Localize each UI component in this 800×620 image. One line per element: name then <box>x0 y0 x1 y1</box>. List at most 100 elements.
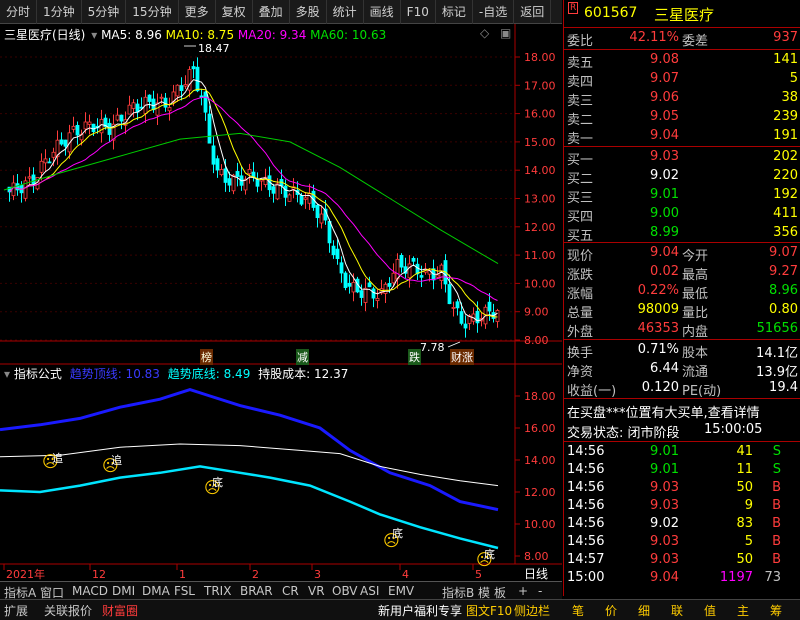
indicator-tab-9[interactable]: VR <box>308 584 325 598</box>
price-tick: 8.00 <box>524 334 549 347</box>
indicator-tab-4[interactable]: DMA <box>142 584 170 598</box>
chevron-down-icon[interactable]: ▾ <box>91 28 97 42</box>
tick-time: 14:57 <box>567 552 605 567</box>
kline-chart[interactable]: 18.0017.0016.0015.0014.0013.0012.0011.00… <box>0 24 562 590</box>
indicator-tab-12[interactable]: EMV <box>388 584 414 598</box>
toolbar-btn-4[interactable]: 更多 <box>179 0 216 24</box>
tick-volume: 50 <box>736 480 753 495</box>
quote-panel: R 601567 三星医疗 委比 42.11% 委差 937 卖五 9.08 141 卖四 9.07 5… <box>563 0 800 596</box>
candle-body <box>327 220 332 244</box>
bid-label: 买二 <box>567 172 594 187</box>
signal-label-die[interactable]: 跌 <box>408 349 421 365</box>
chart-header: 三星医疗(日线) ▾ MA5: 8.96 MA10: 8.75 MA20: 9.… <box>4 26 386 43</box>
toolbar-btn-3[interactable]: 15分钟 <box>126 0 179 24</box>
notice-row[interactable]: 在买盘***位置有大买单,查看详情 <box>564 401 800 421</box>
ask-volume: 5 <box>789 71 798 86</box>
chart-window-icon[interactable]: ▣ <box>500 26 511 40</box>
ask-row[interactable]: 卖三 9.06 38 <box>564 89 800 109</box>
toolbar-btn-5[interactable]: 复权 <box>216 0 253 24</box>
toolbar-btn-11[interactable]: 标记 <box>436 0 473 24</box>
toolbar-btn-7[interactable]: 多股 <box>290 0 327 24</box>
indicator-tab-6[interactable]: TRIX <box>204 584 231 598</box>
ask-row[interactable]: 卖二 9.05 239 <box>564 108 800 128</box>
time-tick: 4 <box>402 568 409 581</box>
indicator-tab-10[interactable]: OBV <box>332 584 358 598</box>
sidebar-button[interactable]: 侧边栏 <box>514 602 550 619</box>
tick-row: 14:56 9.03 50 B <box>564 479 800 498</box>
ask-row[interactable]: 卖四 9.07 5 <box>564 70 800 90</box>
tool-btn-5[interactable]: 主 <box>737 602 749 619</box>
stat-label: 总量 <box>567 306 594 321</box>
candle-body <box>63 139 68 147</box>
stat-row: 涨跌 0.02 最高 9.27 <box>564 263 800 283</box>
ask-row[interactable]: 卖一 9.04 191 <box>564 127 800 147</box>
quote-header: R 601567 三星医疗 <box>564 2 800 24</box>
bottom-left-btn-1[interactable]: 关联报价 <box>44 602 92 619</box>
time-tick: 2021年 <box>6 567 45 581</box>
candle-body <box>271 186 276 194</box>
big-order-notice[interactable]: 在买盘***位置有大买单,查看详情 <box>567 402 760 421</box>
tool-btn-6[interactable]: 筹 <box>770 602 782 619</box>
fin-value: 14.1亿 <box>756 346 798 361</box>
indicator-tab-3[interactable]: DMI <box>112 584 135 598</box>
candle-body <box>275 183 280 200</box>
tool-btn-4[interactable]: 值 <box>704 602 716 619</box>
candle-body <box>47 161 52 164</box>
signal-label-caizhang[interactable]: 财涨 <box>450 349 474 365</box>
bottom-left-btn-0[interactable]: 扩展 <box>4 602 28 619</box>
chevron-down-icon[interactable]: ▾ <box>4 367 10 381</box>
tool-btn-1[interactable]: 价 <box>605 602 617 619</box>
indicator-tab-16[interactable]: + <box>518 584 528 598</box>
candle-body <box>371 288 376 299</box>
bid-row[interactable]: 买五 8.99 356 <box>564 224 800 244</box>
bottom-left-btn-2[interactable]: 财富圈 <box>102 602 138 619</box>
price-tick: 15.00 <box>524 136 556 149</box>
news-ticker[interactable]: 新用户福利专享 <box>378 602 462 619</box>
toolbar-btn-13[interactable]: 返回 <box>514 0 552 24</box>
tick-row: 14:56 9.02 83 B <box>564 515 800 534</box>
indicator-tab-7[interactable]: BRAR <box>240 584 273 598</box>
bid-volume: 192 <box>773 187 798 202</box>
bid-row[interactable]: 买三 9.01 192 <box>564 186 800 206</box>
tick-time: 14:56 <box>567 534 605 549</box>
bid-row[interactable]: 买一 9.03 202 <box>564 148 800 168</box>
signal-label-bang[interactable]: 榜 <box>200 349 213 365</box>
price-tick: 17.00 <box>524 79 556 92</box>
tool-btn-2[interactable]: 细 <box>638 602 650 619</box>
toolbar-btn-9[interactable]: 画线 <box>364 0 401 24</box>
signal-label-jian[interactable]: 减 <box>296 349 309 365</box>
ask-row[interactable]: 卖五 9.08 141 <box>564 51 800 71</box>
bid-row[interactable]: 买四 9.00 411 <box>564 205 800 225</box>
tool-btn-0[interactable]: 笔 <box>572 602 584 619</box>
toolbar-btn-12[interactable]: -自选 <box>473 0 515 24</box>
indicator-tab-11[interactable]: ASI <box>360 584 379 598</box>
toolbar-btn-6[interactable]: 叠加 <box>253 0 290 24</box>
toolbar-btn-10[interactable]: F10 <box>401 0 436 24</box>
candle-body <box>383 283 388 294</box>
tick-time: 15:00 <box>567 570 605 585</box>
toolbar-btn-0[interactable]: 分时 <box>0 0 38 24</box>
chart-area[interactable]: 18.00 17.00 16.00 15.00 14.00 13.00 12.00 11.00… <box>0 24 562 590</box>
f10-button[interactable]: 图文F10 <box>466 602 512 619</box>
weibi-value: 42.11% <box>629 30 679 45</box>
indicator-tab-2[interactable]: MACD <box>72 584 108 598</box>
r-badge: R <box>568 2 579 14</box>
toolbar-btn-8[interactable]: 统计 <box>327 0 364 24</box>
bid-label: 买三 <box>567 191 594 206</box>
ask-price: 9.07 <box>650 71 679 86</box>
stat-label: 最低 <box>682 287 709 302</box>
period-label[interactable]: 日线 <box>524 567 548 581</box>
toolbar-btn-1[interactable]: 1分钟 <box>37 0 82 24</box>
fin-value: 0.120 <box>641 380 679 395</box>
indicator-tab-17[interactable]: - <box>538 584 542 598</box>
indicator-tab-5[interactable]: FSL <box>174 584 195 598</box>
candle-body <box>455 301 460 309</box>
indicator-tick: 18.00 <box>524 390 556 403</box>
chart-settings-icon[interactable]: ◇ <box>480 26 489 40</box>
candle-body <box>43 158 48 164</box>
indicator-name[interactable]: 指标公式 <box>14 367 62 381</box>
toolbar-btn-2[interactable]: 5分钟 <box>82 0 127 24</box>
indicator-tab-8[interactable]: CR <box>282 584 299 598</box>
bid-row[interactable]: 买二 9.02 220 <box>564 167 800 187</box>
tool-btn-3[interactable]: 联 <box>671 602 683 619</box>
